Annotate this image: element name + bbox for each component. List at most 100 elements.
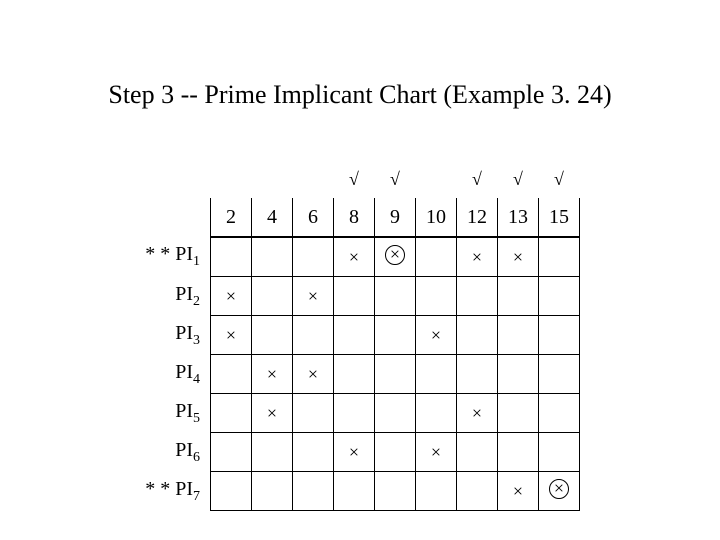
cell	[375, 355, 416, 394]
check-mark	[252, 160, 293, 198]
prime-implicant-chart: √√√√√ 2468910121315 * * PI1××××PI2××PI3×…	[120, 160, 580, 511]
column-header: 6	[293, 198, 334, 237]
cell	[539, 355, 580, 394]
row-label: PI4	[120, 355, 211, 394]
cell	[211, 433, 252, 472]
cell: ×	[252, 394, 293, 433]
cell	[252, 277, 293, 316]
cell	[498, 433, 539, 472]
cell	[498, 355, 539, 394]
table-row: PI2××	[120, 277, 580, 316]
cell	[416, 394, 457, 433]
circled-x-icon: ×	[385, 245, 405, 265]
row-label: PI6	[120, 433, 211, 472]
column-header: 4	[252, 198, 293, 237]
cell	[252, 472, 293, 511]
cell: ×	[539, 472, 580, 511]
cell: ×	[211, 316, 252, 355]
cell: ×	[416, 316, 457, 355]
table-row: PI4 ××	[120, 355, 580, 394]
cell: ×	[457, 394, 498, 433]
page: Step 3 -- Prime Implicant Chart (Example…	[0, 0, 720, 540]
cell	[211, 237, 252, 277]
cell	[252, 316, 293, 355]
cell	[375, 433, 416, 472]
cell	[375, 277, 416, 316]
cell	[416, 237, 457, 277]
cell	[334, 472, 375, 511]
cell: ×	[498, 472, 539, 511]
cell	[457, 316, 498, 355]
cell	[252, 237, 293, 277]
check-mark: √	[457, 160, 498, 198]
cell	[498, 394, 539, 433]
cell: ×	[498, 237, 539, 277]
cell	[334, 316, 375, 355]
column-header: 8	[334, 198, 375, 237]
cell	[293, 433, 334, 472]
cell	[334, 355, 375, 394]
table-row: * * PI1××××	[120, 237, 580, 277]
cell	[211, 394, 252, 433]
cell: ×	[252, 355, 293, 394]
cell	[293, 316, 334, 355]
cell: ×	[457, 237, 498, 277]
row-label: PI5	[120, 394, 211, 433]
column-header: 12	[457, 198, 498, 237]
cell	[293, 237, 334, 277]
check-mark: √	[375, 160, 416, 198]
cell	[539, 433, 580, 472]
cell	[416, 472, 457, 511]
cell	[211, 472, 252, 511]
circled-x-icon: ×	[549, 479, 569, 499]
cell	[457, 433, 498, 472]
check-mark: √	[334, 160, 375, 198]
cell	[498, 277, 539, 316]
check-row: √√√√√	[120, 160, 580, 198]
table-row: PI6 × ×	[120, 433, 580, 472]
cell	[334, 394, 375, 433]
column-header: 2	[211, 198, 252, 237]
column-header: 15	[539, 198, 580, 237]
pi-table: √√√√√ 2468910121315 * * PI1××××PI2××PI3×…	[120, 160, 580, 511]
check-mark: √	[539, 160, 580, 198]
column-header: 9	[375, 198, 416, 237]
column-header: 13	[498, 198, 539, 237]
cell: ×	[416, 433, 457, 472]
page-title: Step 3 -- Prime Implicant Chart (Example…	[0, 80, 720, 110]
cell: ×	[293, 355, 334, 394]
cell: ×	[211, 277, 252, 316]
cell	[416, 277, 457, 316]
cell	[375, 316, 416, 355]
cell	[416, 355, 457, 394]
cell	[375, 394, 416, 433]
cell	[539, 277, 580, 316]
check-mark	[416, 160, 457, 198]
cell	[293, 472, 334, 511]
cell	[293, 394, 334, 433]
header-row: 2468910121315	[120, 198, 580, 237]
cell	[211, 355, 252, 394]
cell	[457, 472, 498, 511]
row-label: * * PI1	[120, 237, 211, 277]
cell	[539, 237, 580, 277]
check-mark	[293, 160, 334, 198]
cell	[334, 277, 375, 316]
cell	[252, 433, 293, 472]
cell: ×	[375, 237, 416, 277]
check-mark	[211, 160, 252, 198]
cell	[457, 277, 498, 316]
column-header: 10	[416, 198, 457, 237]
cell	[539, 394, 580, 433]
cell: ×	[334, 237, 375, 277]
table-row: * * PI7 × ×	[120, 472, 580, 511]
cell	[498, 316, 539, 355]
row-label: * * PI7	[120, 472, 211, 511]
cell	[375, 472, 416, 511]
row-label: PI3	[120, 316, 211, 355]
cell: ×	[293, 277, 334, 316]
cell	[539, 316, 580, 355]
cell: ×	[334, 433, 375, 472]
check-mark: √	[498, 160, 539, 198]
table-row: PI5 × ×	[120, 394, 580, 433]
